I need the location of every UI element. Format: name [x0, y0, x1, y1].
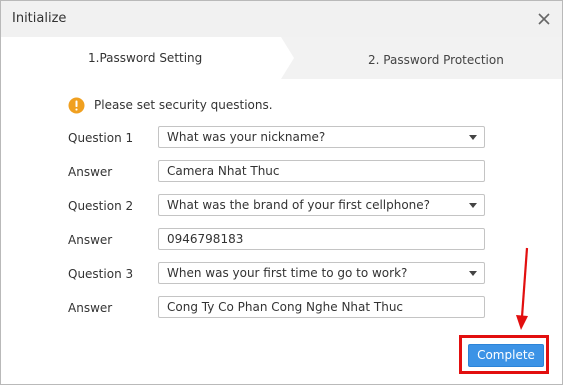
question-3-label: Question 3 — [68, 267, 134, 281]
answer-3-input[interactable]: Cong Ty Co Phan Cong Nghe Nhat Thuc — [158, 296, 485, 318]
answer-1-input[interactable]: Camera Nhat Thuc — [158, 160, 485, 182]
initialize-dialog: Initialize 1.Password Setting 2. Passwor… — [0, 0, 563, 385]
step-password-protection: 2. Password Protection — [368, 53, 504, 67]
question-3-value: When was your first time to go to work? — [167, 266, 408, 280]
chevron-down-icon — [469, 271, 477, 276]
answer-3-value: Cong Ty Co Phan Cong Nghe Nhat Thuc — [167, 300, 404, 314]
title-bar: Initialize — [1, 1, 562, 37]
chevron-down-icon — [469, 203, 477, 208]
question-1-value: What was your nickname? — [167, 130, 326, 144]
warning-icon — [68, 97, 85, 114]
chevron-down-icon — [469, 135, 477, 140]
answer-1-label: Answer — [68, 165, 113, 179]
answer-2-value: 0946798183 — [167, 232, 244, 246]
answer-2-label: Answer — [68, 233, 113, 247]
step-password-setting: 1.Password Setting — [88, 51, 203, 65]
question-2-value: What was the brand of your first cellpho… — [167, 198, 431, 212]
notice-text: Please set security questions. — [94, 98, 273, 112]
question-1-label: Question 1 — [68, 131, 134, 145]
answer-1-value: Camera Nhat Thuc — [167, 164, 280, 178]
question-1-select[interactable]: What was your nickname? — [158, 126, 485, 148]
close-icon[interactable] — [537, 12, 551, 26]
step-indicator: 1.Password Setting 2. Password Protectio… — [1, 37, 562, 79]
question-2-select[interactable]: What was the brand of your first cellpho… — [158, 194, 485, 216]
answer-3-label: Answer — [68, 301, 113, 315]
answer-2-input[interactable]: 0946798183 — [158, 228, 485, 250]
dialog-title: Initialize — [12, 11, 67, 26]
question-3-select[interactable]: When was your first time to go to work? — [158, 262, 485, 284]
complete-button[interactable]: Complete — [468, 344, 544, 367]
question-2-label: Question 2 — [68, 199, 134, 213]
